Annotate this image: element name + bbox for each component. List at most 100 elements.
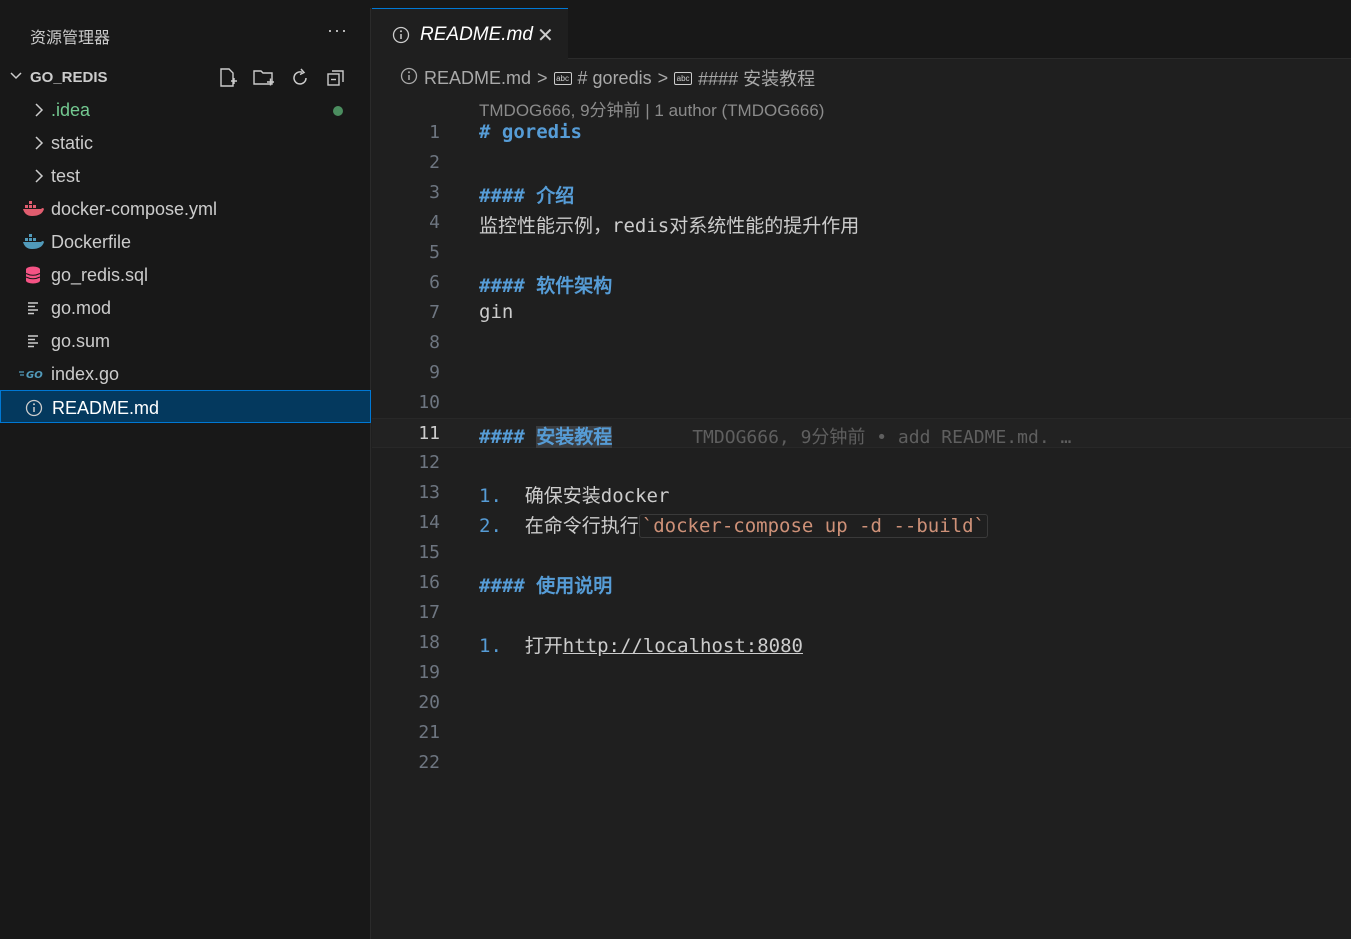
text-run: redis — [612, 215, 670, 237]
code-text: gin — [479, 301, 514, 323]
line-number: 4 — [429, 212, 440, 233]
text-run: 在命令行执行 — [501, 515, 639, 537]
close-icon[interactable]: ✕ — [537, 23, 554, 48]
code-line: 20 — [372, 688, 1351, 718]
code-line: 13 1. 确保安装docker — [372, 478, 1351, 508]
code-text: 监控性能示例，redis对系统性能的提升作用 — [479, 211, 859, 238]
tree-item-label: Dockerfile — [51, 232, 132, 252]
tree-item-label: README.md — [52, 398, 160, 418]
chevron-right-icon: > — [657, 67, 669, 88]
tree-item-label: test — [51, 166, 81, 186]
code-text: #### 使用说明 — [479, 571, 612, 598]
line-number: 15 — [418, 542, 440, 563]
svg-text:GO: GO — [26, 370, 43, 381]
tree-item-readme[interactable]: README.md — [0, 390, 371, 423]
line-number: 20 — [418, 692, 440, 713]
list-marker: 1. — [479, 635, 502, 657]
new-file-icon[interactable] — [216, 66, 240, 90]
folder-header[interactable]: GO_REDIS — [0, 66, 371, 90]
code-text: #### 安装教程 TMDOG666, 9分钟前 • add README.md.… — [479, 422, 1071, 449]
go-icon: GO — [18, 365, 46, 383]
info-icon — [392, 26, 410, 49]
line-number: 6 — [429, 272, 440, 293]
symbol-string-icon: abc — [553, 71, 572, 85]
tree-item-idea[interactable]: .idea — [0, 93, 371, 126]
tree-item-go-redis-sql[interactable]: go_redis.sql — [0, 258, 371, 291]
lines-icon — [22, 299, 44, 317]
code-line: 16 #### 使用说明 — [372, 568, 1351, 598]
code-line: 12 — [372, 448, 1351, 478]
tree-item-label: .idea — [51, 100, 91, 120]
code-line: 17 — [372, 598, 1351, 628]
code-text: # goredis — [479, 121, 582, 143]
line-number: 14 — [418, 512, 440, 533]
tree-item-static[interactable]: static — [0, 126, 371, 159]
heading-text: #### 介绍 — [479, 185, 575, 207]
heading-marker: #### — [479, 426, 537, 448]
tree-item-go-mod[interactable]: go.mod — [0, 291, 371, 324]
tree-item-label: index.go — [51, 364, 120, 384]
line-number: 2 — [429, 152, 440, 173]
breadcrumb-symbol-goredis[interactable]: # goredis — [578, 68, 652, 89]
line-number: 16 — [418, 572, 440, 593]
tab-readme[interactable]: README.md ✕ — [372, 8, 568, 59]
file-tree: .idea static test docker-compose.yml Doc… — [0, 93, 371, 423]
line-number: 9 — [429, 362, 440, 383]
breadcrumb-file[interactable]: README.md — [424, 68, 531, 89]
code-text: 2. 在命令行执行 `docker-compose up -d --build` — [479, 511, 988, 538]
heading-text: #### 使用说明 — [479, 575, 613, 597]
code-line: 8 — [372, 328, 1351, 358]
code-line: 6 #### 软件架构 — [372, 268, 1351, 298]
line-number: 1 — [429, 122, 440, 143]
line-number: 11 — [418, 423, 440, 444]
code-line: 3 #### 介绍 — [372, 178, 1351, 208]
tree-item-go-sum[interactable]: go.sum — [0, 324, 371, 357]
heading-text: #### 软件架构 — [479, 275, 613, 297]
code-line: 18 1. 打开http://localhost:8080 — [372, 628, 1351, 658]
text-run: 对系统性能的提升作用 — [669, 215, 860, 237]
explorer-title: 资源管理器 — [30, 30, 111, 47]
chevron-right-icon: > — [537, 67, 548, 88]
chevron-right-icon — [28, 167, 50, 185]
tree-item-label: static — [51, 133, 94, 153]
code-line: 1 # goredis — [372, 118, 1351, 148]
tree-item-dockerfile[interactable]: Dockerfile — [0, 225, 371, 258]
chevron-right-icon — [28, 134, 50, 152]
more-actions-icon[interactable]: ··· — [327, 20, 348, 41]
refresh-icon[interactable] — [288, 66, 312, 90]
editor-tab-bar: README.md ✕ — [372, 8, 1351, 59]
editor-content[interactable]: 1 # goredis 2 3 #### 介绍 4 监控性能示例，redis对系统性能… — [372, 118, 1351, 778]
folder-actions — [216, 66, 348, 90]
collapse-all-icon[interactable] — [324, 66, 348, 90]
breadcrumb: README.md > abc # goredis > abc #### 安装教… — [400, 66, 815, 90]
code-line: 22 — [372, 748, 1351, 778]
code-text: #### 介绍 — [479, 181, 574, 208]
code-text: 1. 确保安装docker — [479, 481, 669, 508]
window-top-strip — [0, 0, 1351, 8]
tree-item-docker-compose[interactable]: docker-compose.yml — [0, 192, 371, 225]
url-link[interactable]: http://localhost:8080 — [563, 635, 803, 657]
folder-name: GO_REDIS — [30, 69, 108, 86]
line-number: 8 — [429, 332, 440, 353]
code-line: 2 — [372, 148, 1351, 178]
code-line: 7 gin — [372, 298, 1351, 328]
tree-item-test[interactable]: test — [0, 159, 371, 192]
current-line: 11 #### 安装教程 TMDOG666, 9分钟前 • add README.m… — [372, 418, 1351, 448]
new-folder-icon[interactable] — [252, 66, 276, 90]
line-number: 19 — [418, 662, 440, 683]
highlighted-word: 安装教程 — [536, 426, 613, 448]
code-line: 4 监控性能示例，redis对系统性能的提升作用 — [372, 208, 1351, 238]
tab-label: README.md — [420, 24, 533, 45]
inline-blame: TMDOG666, 9分钟前 • add README.md. … — [692, 427, 1072, 448]
breadcrumb-symbol-install[interactable]: #### 安装教程 — [698, 65, 815, 91]
docker-icon — [22, 233, 44, 251]
tree-item-index-go[interactable]: GO index.go — [0, 357, 371, 390]
line-number: 22 — [418, 752, 440, 773]
explorer-sidebar: 资源管理器 ··· GO_REDIS .idea static test doc… — [0, 8, 371, 939]
chevron-right-icon — [28, 101, 50, 119]
code-line: 10 — [372, 388, 1351, 418]
docker-icon — [22, 200, 44, 218]
modified-dot — [333, 106, 343, 116]
text-run: 打开 — [501, 635, 563, 657]
lines-icon — [22, 332, 44, 350]
